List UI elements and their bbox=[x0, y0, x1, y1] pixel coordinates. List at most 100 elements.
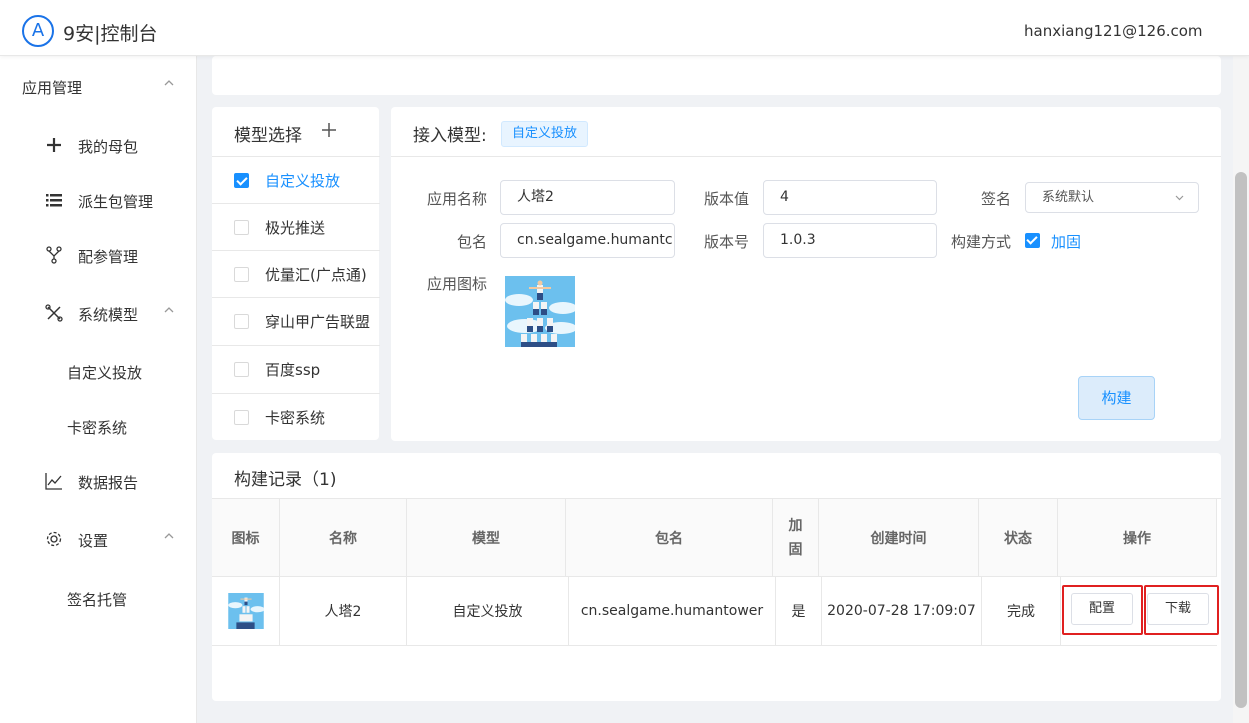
app-name-input[interactable]: 人塔2 bbox=[500, 180, 675, 215]
config-button[interactable]: 配置 bbox=[1071, 593, 1133, 625]
model-item[interactable]: 穿山甲广告联盟 bbox=[212, 297, 380, 344]
sign-select[interactable]: 系统默认 bbox=[1025, 182, 1199, 213]
model-name: 极光推送 bbox=[265, 219, 326, 237]
sidebar-item-label: 签名托管 bbox=[67, 591, 128, 609]
column-header: 加 固 bbox=[773, 499, 819, 577]
model-checkbox[interactable] bbox=[234, 410, 249, 425]
chevron-up-icon bbox=[164, 307, 174, 313]
model-item[interactable]: 百度ssp bbox=[212, 345, 380, 392]
build-button[interactable]: 构建 bbox=[1078, 376, 1155, 420]
table-cell-created: 2020-07-28 17:09:07 bbox=[822, 577, 982, 645]
build-records-panel: 构建记录（1) 图标 名称 模型 包名 加 固 创建时间 状态 操作 人塔2 自… bbox=[212, 453, 1221, 701]
sidebar-item-label: 设置 bbox=[78, 532, 109, 550]
sidebar-item-card-system[interactable]: 卡密系统 bbox=[0, 408, 197, 448]
hardening-checkbox[interactable] bbox=[1025, 233, 1040, 248]
version-value-label: 版本值 bbox=[703, 190, 749, 208]
model-item[interactable]: 卡密系统 bbox=[212, 393, 380, 440]
access-model-panel: 接入模型: 自定义投放 应用名称 人塔2 版本值 4 签名 系统默认 包名 cn… bbox=[391, 107, 1221, 441]
column-header: 创建时间 bbox=[819, 499, 979, 577]
sidebar-item-label: 自定义投放 bbox=[67, 364, 143, 382]
model-item[interactable]: 自定义投放 bbox=[212, 156, 380, 203]
sidebar-item-derived-package[interactable]: 派生包管理 bbox=[0, 182, 197, 222]
tools-icon bbox=[45, 304, 63, 322]
table-cell-status: 完成 bbox=[982, 577, 1061, 645]
sidebar-item-label: 卡密系统 bbox=[67, 419, 128, 437]
sidebar-item-label: 配参管理 bbox=[78, 248, 139, 266]
chevron-up-icon bbox=[164, 533, 174, 539]
package-label: 包名 bbox=[456, 233, 487, 251]
version-no-label: 版本号 bbox=[703, 233, 749, 251]
sign-select-value: 系统默认 bbox=[1042, 190, 1095, 205]
model-checkbox[interactable] bbox=[234, 173, 249, 188]
build-method-label: 构建方式 bbox=[950, 233, 1011, 251]
model-checkbox[interactable] bbox=[234, 362, 249, 377]
user-email[interactable]: hanxiang121@126.com bbox=[1024, 22, 1203, 40]
sidebar-item-signature-hosting[interactable]: 签名托管 bbox=[0, 580, 197, 620]
version-no-input[interactable]: 1.0.3 bbox=[763, 223, 937, 258]
chevron-down-icon bbox=[1175, 195, 1184, 201]
sidebar-item-data-report[interactable]: 数据报告 bbox=[0, 463, 197, 503]
sign-label: 签名 bbox=[980, 190, 1011, 208]
sidebar-item-label: 系统模型 bbox=[78, 306, 139, 324]
chart-line-icon bbox=[45, 473, 62, 490]
model-select-title: 模型选择 bbox=[234, 126, 302, 146]
access-model-title: 接入模型: bbox=[413, 126, 487, 146]
sidebar-group-settings[interactable]: 设置 bbox=[0, 521, 197, 561]
sidebar: 应用管理 我的母包 派生包管理 配参管理 系统模型 自定义投放 卡密系统 数据报… bbox=[0, 56, 197, 723]
scrollbar-thumb[interactable] bbox=[1235, 172, 1247, 708]
model-name: 自定义投放 bbox=[265, 172, 341, 190]
app-name-label: 应用名称 bbox=[426, 190, 487, 208]
version-value-input[interactable]: 4 bbox=[763, 180, 937, 215]
table-cell-model: 自定义投放 bbox=[407, 577, 569, 645]
add-model-icon[interactable] bbox=[320, 121, 338, 139]
download-button[interactable]: 下载 bbox=[1147, 593, 1209, 625]
top-card bbox=[212, 56, 1221, 95]
column-header: 操作 bbox=[1058, 499, 1217, 577]
table-cell-hardened: 是 bbox=[776, 577, 822, 645]
plus-icon bbox=[47, 138, 61, 152]
model-checkbox[interactable] bbox=[234, 220, 249, 235]
column-header: 状态 bbox=[979, 499, 1058, 577]
human-tower-image bbox=[505, 276, 575, 347]
app-icon-label: 应用图标 bbox=[426, 275, 487, 293]
sidebar-item-label: 数据报告 bbox=[78, 474, 139, 492]
model-select-panel: 模型选择 自定义投放 极光推送 优量汇(广点通) 穿山甲广告联盟 百度ssp 卡… bbox=[212, 107, 380, 440]
top-header: A 9安|控制台 hanxiang121@126.com bbox=[0, 0, 1249, 56]
divider bbox=[212, 645, 1217, 646]
table-cell-package: cn.sealgame.humantower bbox=[569, 577, 776, 645]
console-title[interactable]: 9安|控制台 bbox=[63, 19, 158, 46]
model-checkbox[interactable] bbox=[234, 267, 249, 282]
package-input[interactable]: cn.sealgame.humantc bbox=[500, 223, 675, 258]
app-icon-image[interactable] bbox=[505, 276, 575, 347]
model-item[interactable]: 优量汇(广点通) bbox=[212, 250, 380, 297]
model-item[interactable]: 极光推送 bbox=[212, 203, 380, 250]
chevron-up-icon bbox=[164, 80, 174, 86]
column-header: 图标 bbox=[212, 499, 280, 577]
model-name: 卡密系统 bbox=[265, 409, 326, 427]
divider bbox=[391, 156, 1221, 157]
model-name: 穿山甲广告联盟 bbox=[265, 313, 371, 331]
sidebar-item-custom-delivery[interactable]: 自定义投放 bbox=[0, 353, 197, 393]
sidebar-item-my-base-package[interactable]: 我的母包 bbox=[0, 127, 197, 167]
fork-icon bbox=[46, 246, 62, 264]
column-header: 名称 bbox=[280, 499, 407, 577]
sidebar-item-label: 我的母包 bbox=[78, 138, 139, 156]
sidebar-group-app-management[interactable]: 应用管理 bbox=[0, 68, 197, 108]
sidebar-item-param-config[interactable]: 配参管理 bbox=[0, 237, 197, 277]
table-cell-name: 人塔2 bbox=[280, 577, 407, 645]
model-checkbox[interactable] bbox=[234, 314, 249, 329]
column-header: 包名 bbox=[566, 499, 773, 577]
model-name: 百度ssp bbox=[265, 361, 321, 379]
hardening-label[interactable]: 加固 bbox=[1051, 231, 1081, 252]
sidebar-item-label: 应用管理 bbox=[22, 79, 83, 97]
gear-icon bbox=[46, 531, 62, 547]
sidebar-item-label: 派生包管理 bbox=[78, 193, 154, 211]
model-tag: 自定义投放 bbox=[501, 121, 589, 147]
column-header: 模型 bbox=[407, 499, 566, 577]
build-records-title: 构建记录（1) bbox=[234, 470, 337, 490]
model-name: 优量汇(广点通) bbox=[265, 266, 367, 284]
row-app-icon bbox=[227, 593, 264, 629]
sidebar-group-system-model[interactable]: 系统模型 bbox=[0, 295, 197, 335]
table-cell bbox=[212, 577, 280, 645]
list-icon bbox=[46, 194, 62, 207]
